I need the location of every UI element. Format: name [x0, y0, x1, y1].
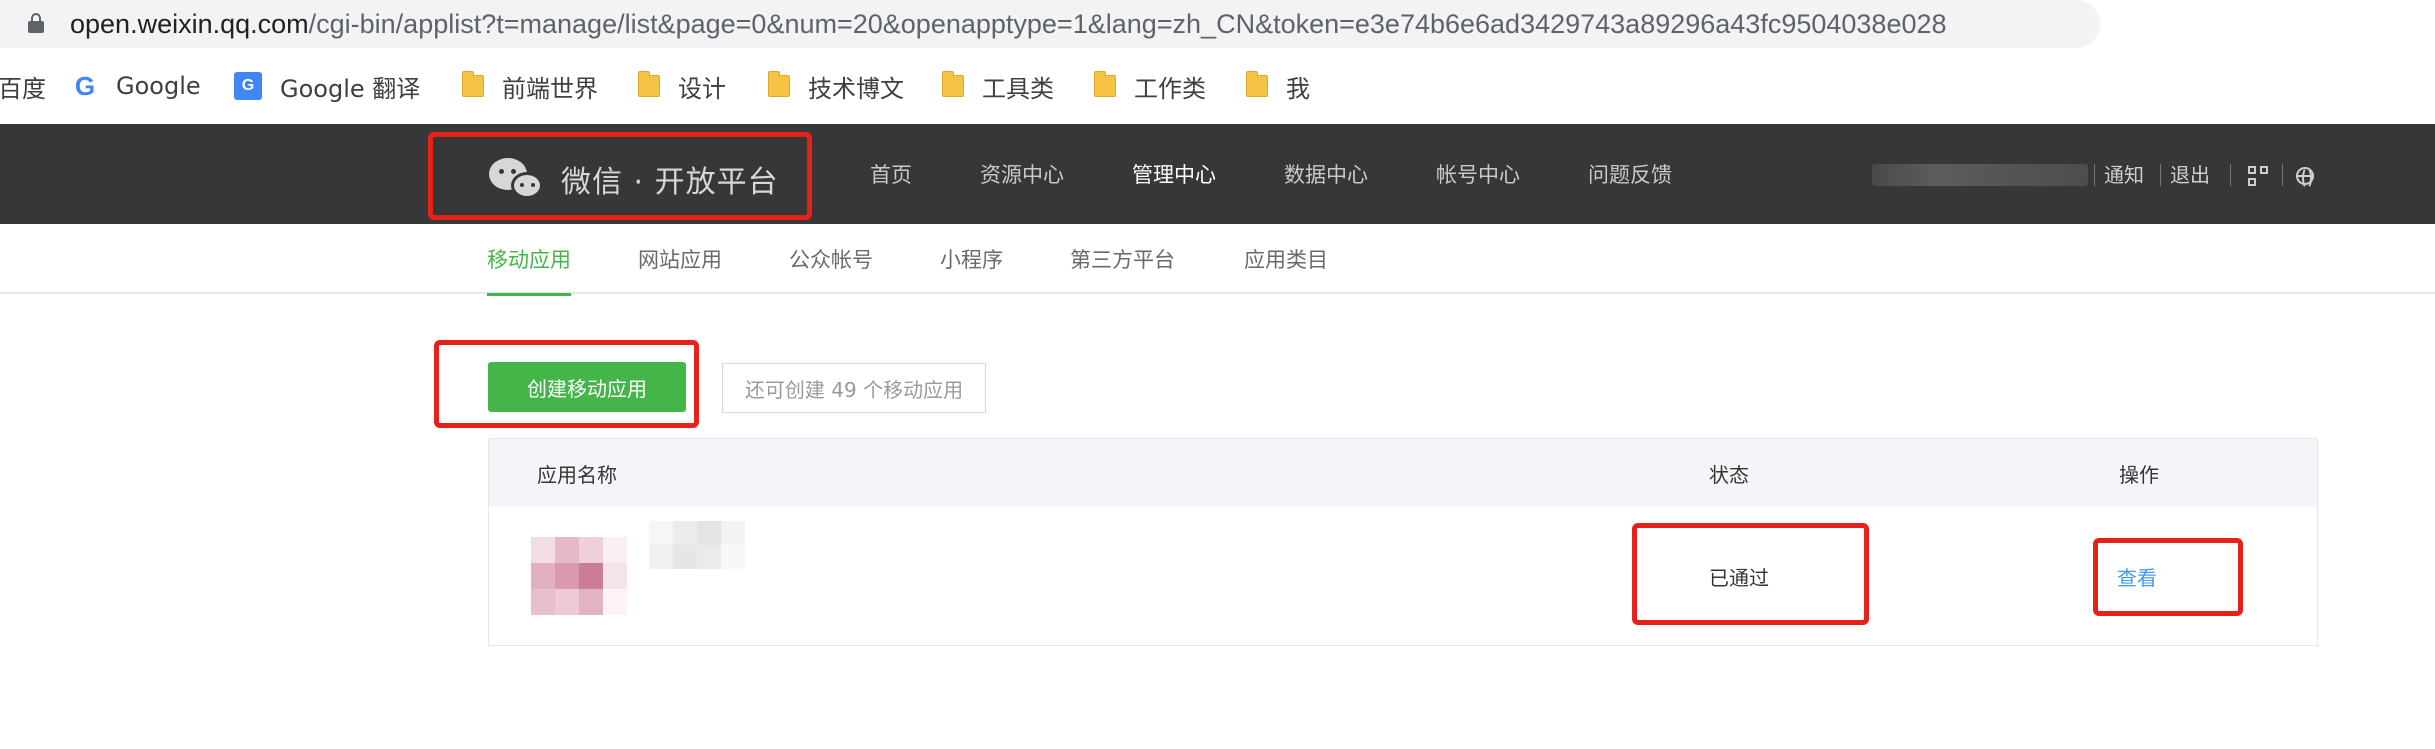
- tab-third-party-platform[interactable]: 第三方平台: [1070, 224, 1175, 294]
- view-highlight-box: [2093, 538, 2243, 616]
- app-icon-redacted: [531, 537, 627, 617]
- remaining-quota-notice: 还可创建 49 个移动应用: [722, 363, 986, 413]
- app-name-redacted: [649, 521, 745, 569]
- folder-icon: [942, 71, 964, 97]
- bookmark-folder-tech-blog[interactable]: 技术博文: [768, 68, 904, 104]
- nav-resource-center[interactable]: 资源中心: [980, 124, 1064, 224]
- logout-link[interactable]: 退出: [2170, 162, 2210, 188]
- tab-official-accounts[interactable]: 公众帐号: [789, 224, 873, 294]
- create-mobile-app-button[interactable]: 创建移动应用: [488, 362, 686, 412]
- tab-mini-programs[interactable]: 小程序: [940, 224, 1003, 294]
- site-header: 微信 · 开放平台 首页 资源中心 管理中心 数据中心 帐号中心 问题反馈 通知…: [0, 124, 2435, 224]
- nav-home[interactable]: 首页: [870, 124, 912, 224]
- app-list-table: 应用名称 状态 操作 已通过 查看: [488, 438, 2318, 646]
- folder-icon: [768, 71, 790, 97]
- nav-data-center[interactable]: 数据中心: [1284, 124, 1368, 224]
- folder-icon: [1246, 71, 1268, 97]
- notify-link[interactable]: 通知: [2104, 162, 2144, 188]
- bookmark-folder-me[interactable]: 我: [1246, 68, 1310, 104]
- folder-icon: [1094, 71, 1116, 97]
- bookmark-google-translate[interactable]: G Google 翻译: [234, 68, 420, 104]
- folder-icon: [462, 71, 484, 97]
- browser-address-bar[interactable]: open.weixin.qq.com/cgi-bin/applist?t=man…: [0, 0, 2435, 48]
- status-highlight-box: [1632, 523, 1869, 625]
- bookmark-folder-tools[interactable]: 工具类: [942, 68, 1054, 104]
- folder-icon: [638, 71, 660, 97]
- tab-mobile-apps[interactable]: 移动应用: [487, 224, 571, 296]
- account-name-redacted[interactable]: [1872, 164, 2088, 186]
- lock-icon[interactable]: [28, 13, 44, 33]
- table-header: 应用名称 状态 操作: [489, 439, 2317, 507]
- bookmark-folder-design[interactable]: 设计: [638, 68, 726, 104]
- bookmark-folder-frontend[interactable]: 前端世界: [462, 68, 598, 104]
- bookmark-folder-work[interactable]: 工作类: [1094, 68, 1206, 104]
- google-translate-icon: G: [234, 72, 262, 100]
- logo-title: 微信 · 开放平台: [561, 165, 779, 200]
- tab-website-apps[interactable]: 网站应用: [638, 224, 722, 294]
- bookmark-google[interactable]: G Google: [72, 68, 201, 104]
- tab-app-categories[interactable]: 应用类目: [1244, 224, 1328, 294]
- site-logo[interactable]: 微信 · 开放平台: [489, 153, 779, 205]
- url-text[interactable]: open.weixin.qq.com/cgi-bin/applist?t=man…: [70, 6, 1947, 42]
- wechat-icon: [489, 156, 547, 202]
- column-app-name: 应用名称: [537, 462, 617, 487]
- nav-account-center[interactable]: 帐号中心: [1436, 124, 1520, 224]
- bookmark-baidu[interactable]: 百度: [0, 68, 46, 104]
- column-actions: 操作: [2119, 462, 2159, 487]
- logo-highlight-box: 微信 · 开放平台: [428, 132, 812, 220]
- nav-management-center[interactable]: 管理中心: [1132, 124, 1216, 224]
- table-row: 已通过 查看: [489, 507, 2317, 645]
- globe-icon[interactable]: [2296, 167, 2314, 189]
- sub-navigation: 移动应用 网站应用 公众帐号 小程序 第三方平台 应用类目: [0, 224, 2435, 296]
- column-status: 状态: [1709, 462, 1749, 487]
- qrcode-icon[interactable]: [2248, 166, 2268, 186]
- nav-feedback[interactable]: 问题反馈: [1588, 124, 1672, 224]
- bookmarks-bar: 百度 G Google G Google 翻译 前端世界 设计 技术博文 工具类 工…: [0, 62, 2435, 112]
- google-icon: G: [74, 71, 96, 101]
